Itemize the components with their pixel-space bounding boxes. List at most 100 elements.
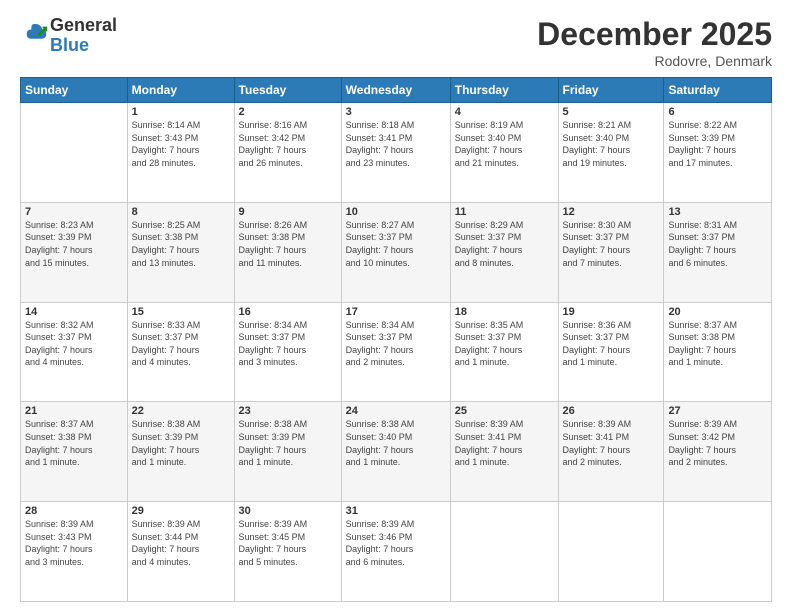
- day-number: 3: [346, 106, 446, 118]
- day-info: Sunrise: 8:39 AM Sunset: 3:41 PM Dayligh…: [563, 418, 660, 468]
- day-info: Sunrise: 8:16 AM Sunset: 3:42 PM Dayligh…: [239, 119, 337, 169]
- day-info: Sunrise: 8:39 AM Sunset: 3:44 PM Dayligh…: [132, 518, 230, 568]
- week-row-3: 14Sunrise: 8:32 AM Sunset: 3:37 PM Dayli…: [21, 302, 772, 402]
- day-number: 31: [346, 505, 446, 517]
- day-number: 18: [455, 306, 554, 318]
- calendar-cell: 25Sunrise: 8:39 AM Sunset: 3:41 PM Dayli…: [450, 402, 558, 502]
- weekday-sunday: Sunday: [21, 78, 128, 103]
- week-row-4: 21Sunrise: 8:37 AM Sunset: 3:38 PM Dayli…: [21, 402, 772, 502]
- calendar-cell: 4Sunrise: 8:19 AM Sunset: 3:40 PM Daylig…: [450, 103, 558, 203]
- calendar-cell: 27Sunrise: 8:39 AM Sunset: 3:42 PM Dayli…: [664, 402, 772, 502]
- calendar-cell: 9Sunrise: 8:26 AM Sunset: 3:38 PM Daylig…: [234, 202, 341, 302]
- calendar-cell: 5Sunrise: 8:21 AM Sunset: 3:40 PM Daylig…: [558, 103, 664, 203]
- day-info: Sunrise: 8:39 AM Sunset: 3:43 PM Dayligh…: [25, 518, 123, 568]
- day-number: 13: [668, 206, 767, 218]
- page: General Blue December 2025 Rodovre, Denm…: [0, 0, 792, 612]
- day-info: Sunrise: 8:19 AM Sunset: 3:40 PM Dayligh…: [455, 119, 554, 169]
- day-number: 6: [668, 106, 767, 118]
- day-info: Sunrise: 8:31 AM Sunset: 3:37 PM Dayligh…: [668, 219, 767, 269]
- calendar-cell: [664, 502, 772, 602]
- day-info: Sunrise: 8:37 AM Sunset: 3:38 PM Dayligh…: [25, 418, 123, 468]
- calendar-cell: 1Sunrise: 8:14 AM Sunset: 3:43 PM Daylig…: [127, 103, 234, 203]
- weekday-wednesday: Wednesday: [341, 78, 450, 103]
- day-info: Sunrise: 8:32 AM Sunset: 3:37 PM Dayligh…: [25, 319, 123, 369]
- calendar-cell: [558, 502, 664, 602]
- weekday-thursday: Thursday: [450, 78, 558, 103]
- calendar-cell: 22Sunrise: 8:38 AM Sunset: 3:39 PM Dayli…: [127, 402, 234, 502]
- day-number: 23: [239, 405, 337, 417]
- calendar-cell: 19Sunrise: 8:36 AM Sunset: 3:37 PM Dayli…: [558, 302, 664, 402]
- calendar-cell: 7Sunrise: 8:23 AM Sunset: 3:39 PM Daylig…: [21, 202, 128, 302]
- calendar-cell: [21, 103, 128, 203]
- day-number: 4: [455, 106, 554, 118]
- week-row-2: 7Sunrise: 8:23 AM Sunset: 3:39 PM Daylig…: [21, 202, 772, 302]
- title-block: December 2025 Rodovre, Denmark: [537, 16, 772, 69]
- day-info: Sunrise: 8:18 AM Sunset: 3:41 PM Dayligh…: [346, 119, 446, 169]
- calendar-cell: 8Sunrise: 8:25 AM Sunset: 3:38 PM Daylig…: [127, 202, 234, 302]
- day-info: Sunrise: 8:23 AM Sunset: 3:39 PM Dayligh…: [25, 219, 123, 269]
- weekday-saturday: Saturday: [664, 78, 772, 103]
- day-number: 8: [132, 206, 230, 218]
- header: General Blue December 2025 Rodovre, Denm…: [20, 16, 772, 69]
- day-info: Sunrise: 8:38 AM Sunset: 3:40 PM Dayligh…: [346, 418, 446, 468]
- day-number: 20: [668, 306, 767, 318]
- weekday-header-row: SundayMondayTuesdayWednesdayThursdayFrid…: [21, 78, 772, 103]
- day-info: Sunrise: 8:39 AM Sunset: 3:41 PM Dayligh…: [455, 418, 554, 468]
- calendar-cell: 11Sunrise: 8:29 AM Sunset: 3:37 PM Dayli…: [450, 202, 558, 302]
- day-number: 5: [563, 106, 660, 118]
- day-info: Sunrise: 8:39 AM Sunset: 3:45 PM Dayligh…: [239, 518, 337, 568]
- day-info: Sunrise: 8:34 AM Sunset: 3:37 PM Dayligh…: [239, 319, 337, 369]
- day-number: 15: [132, 306, 230, 318]
- calendar-cell: 29Sunrise: 8:39 AM Sunset: 3:44 PM Dayli…: [127, 502, 234, 602]
- week-row-1: 1Sunrise: 8:14 AM Sunset: 3:43 PM Daylig…: [21, 103, 772, 203]
- calendar-cell: 14Sunrise: 8:32 AM Sunset: 3:37 PM Dayli…: [21, 302, 128, 402]
- logo-text: General Blue: [50, 16, 117, 56]
- day-info: Sunrise: 8:26 AM Sunset: 3:38 PM Dayligh…: [239, 219, 337, 269]
- location: Rodovre, Denmark: [537, 53, 772, 69]
- day-number: 19: [563, 306, 660, 318]
- day-info: Sunrise: 8:39 AM Sunset: 3:42 PM Dayligh…: [668, 418, 767, 468]
- calendar-cell: 17Sunrise: 8:34 AM Sunset: 3:37 PM Dayli…: [341, 302, 450, 402]
- logo-blue: Blue: [50, 36, 117, 56]
- calendar-cell: 13Sunrise: 8:31 AM Sunset: 3:37 PM Dayli…: [664, 202, 772, 302]
- day-number: 21: [25, 405, 123, 417]
- day-info: Sunrise: 8:36 AM Sunset: 3:37 PM Dayligh…: [563, 319, 660, 369]
- day-info: Sunrise: 8:29 AM Sunset: 3:37 PM Dayligh…: [455, 219, 554, 269]
- calendar-cell: 15Sunrise: 8:33 AM Sunset: 3:37 PM Dayli…: [127, 302, 234, 402]
- weekday-tuesday: Tuesday: [234, 78, 341, 103]
- calendar-cell: 2Sunrise: 8:16 AM Sunset: 3:42 PM Daylig…: [234, 103, 341, 203]
- weekday-friday: Friday: [558, 78, 664, 103]
- day-info: Sunrise: 8:14 AM Sunset: 3:43 PM Dayligh…: [132, 119, 230, 169]
- calendar-cell: 28Sunrise: 8:39 AM Sunset: 3:43 PM Dayli…: [21, 502, 128, 602]
- day-number: 2: [239, 106, 337, 118]
- calendar-cell: 23Sunrise: 8:38 AM Sunset: 3:39 PM Dayli…: [234, 402, 341, 502]
- day-number: 17: [346, 306, 446, 318]
- calendar: SundayMondayTuesdayWednesdayThursdayFrid…: [20, 77, 772, 602]
- day-number: 22: [132, 405, 230, 417]
- calendar-cell: 26Sunrise: 8:39 AM Sunset: 3:41 PM Dayli…: [558, 402, 664, 502]
- day-info: Sunrise: 8:35 AM Sunset: 3:37 PM Dayligh…: [455, 319, 554, 369]
- day-number: 11: [455, 206, 554, 218]
- calendar-cell: 6Sunrise: 8:22 AM Sunset: 3:39 PM Daylig…: [664, 103, 772, 203]
- day-number: 27: [668, 405, 767, 417]
- calendar-cell: 20Sunrise: 8:37 AM Sunset: 3:38 PM Dayli…: [664, 302, 772, 402]
- week-row-5: 28Sunrise: 8:39 AM Sunset: 3:43 PM Dayli…: [21, 502, 772, 602]
- day-info: Sunrise: 8:38 AM Sunset: 3:39 PM Dayligh…: [132, 418, 230, 468]
- day-number: 25: [455, 405, 554, 417]
- day-number: 9: [239, 206, 337, 218]
- day-number: 10: [346, 206, 446, 218]
- calendar-cell: 18Sunrise: 8:35 AM Sunset: 3:37 PM Dayli…: [450, 302, 558, 402]
- day-number: 26: [563, 405, 660, 417]
- calendar-cell: 3Sunrise: 8:18 AM Sunset: 3:41 PM Daylig…: [341, 103, 450, 203]
- day-number: 1: [132, 106, 230, 118]
- day-number: 16: [239, 306, 337, 318]
- logo-general: General: [50, 16, 117, 36]
- logo: General Blue: [20, 16, 117, 56]
- day-number: 24: [346, 405, 446, 417]
- day-number: 14: [25, 306, 123, 318]
- calendar-cell: 10Sunrise: 8:27 AM Sunset: 3:37 PM Dayli…: [341, 202, 450, 302]
- weekday-monday: Monday: [127, 78, 234, 103]
- logo-icon: [22, 22, 50, 50]
- day-number: 30: [239, 505, 337, 517]
- day-info: Sunrise: 8:37 AM Sunset: 3:38 PM Dayligh…: [668, 319, 767, 369]
